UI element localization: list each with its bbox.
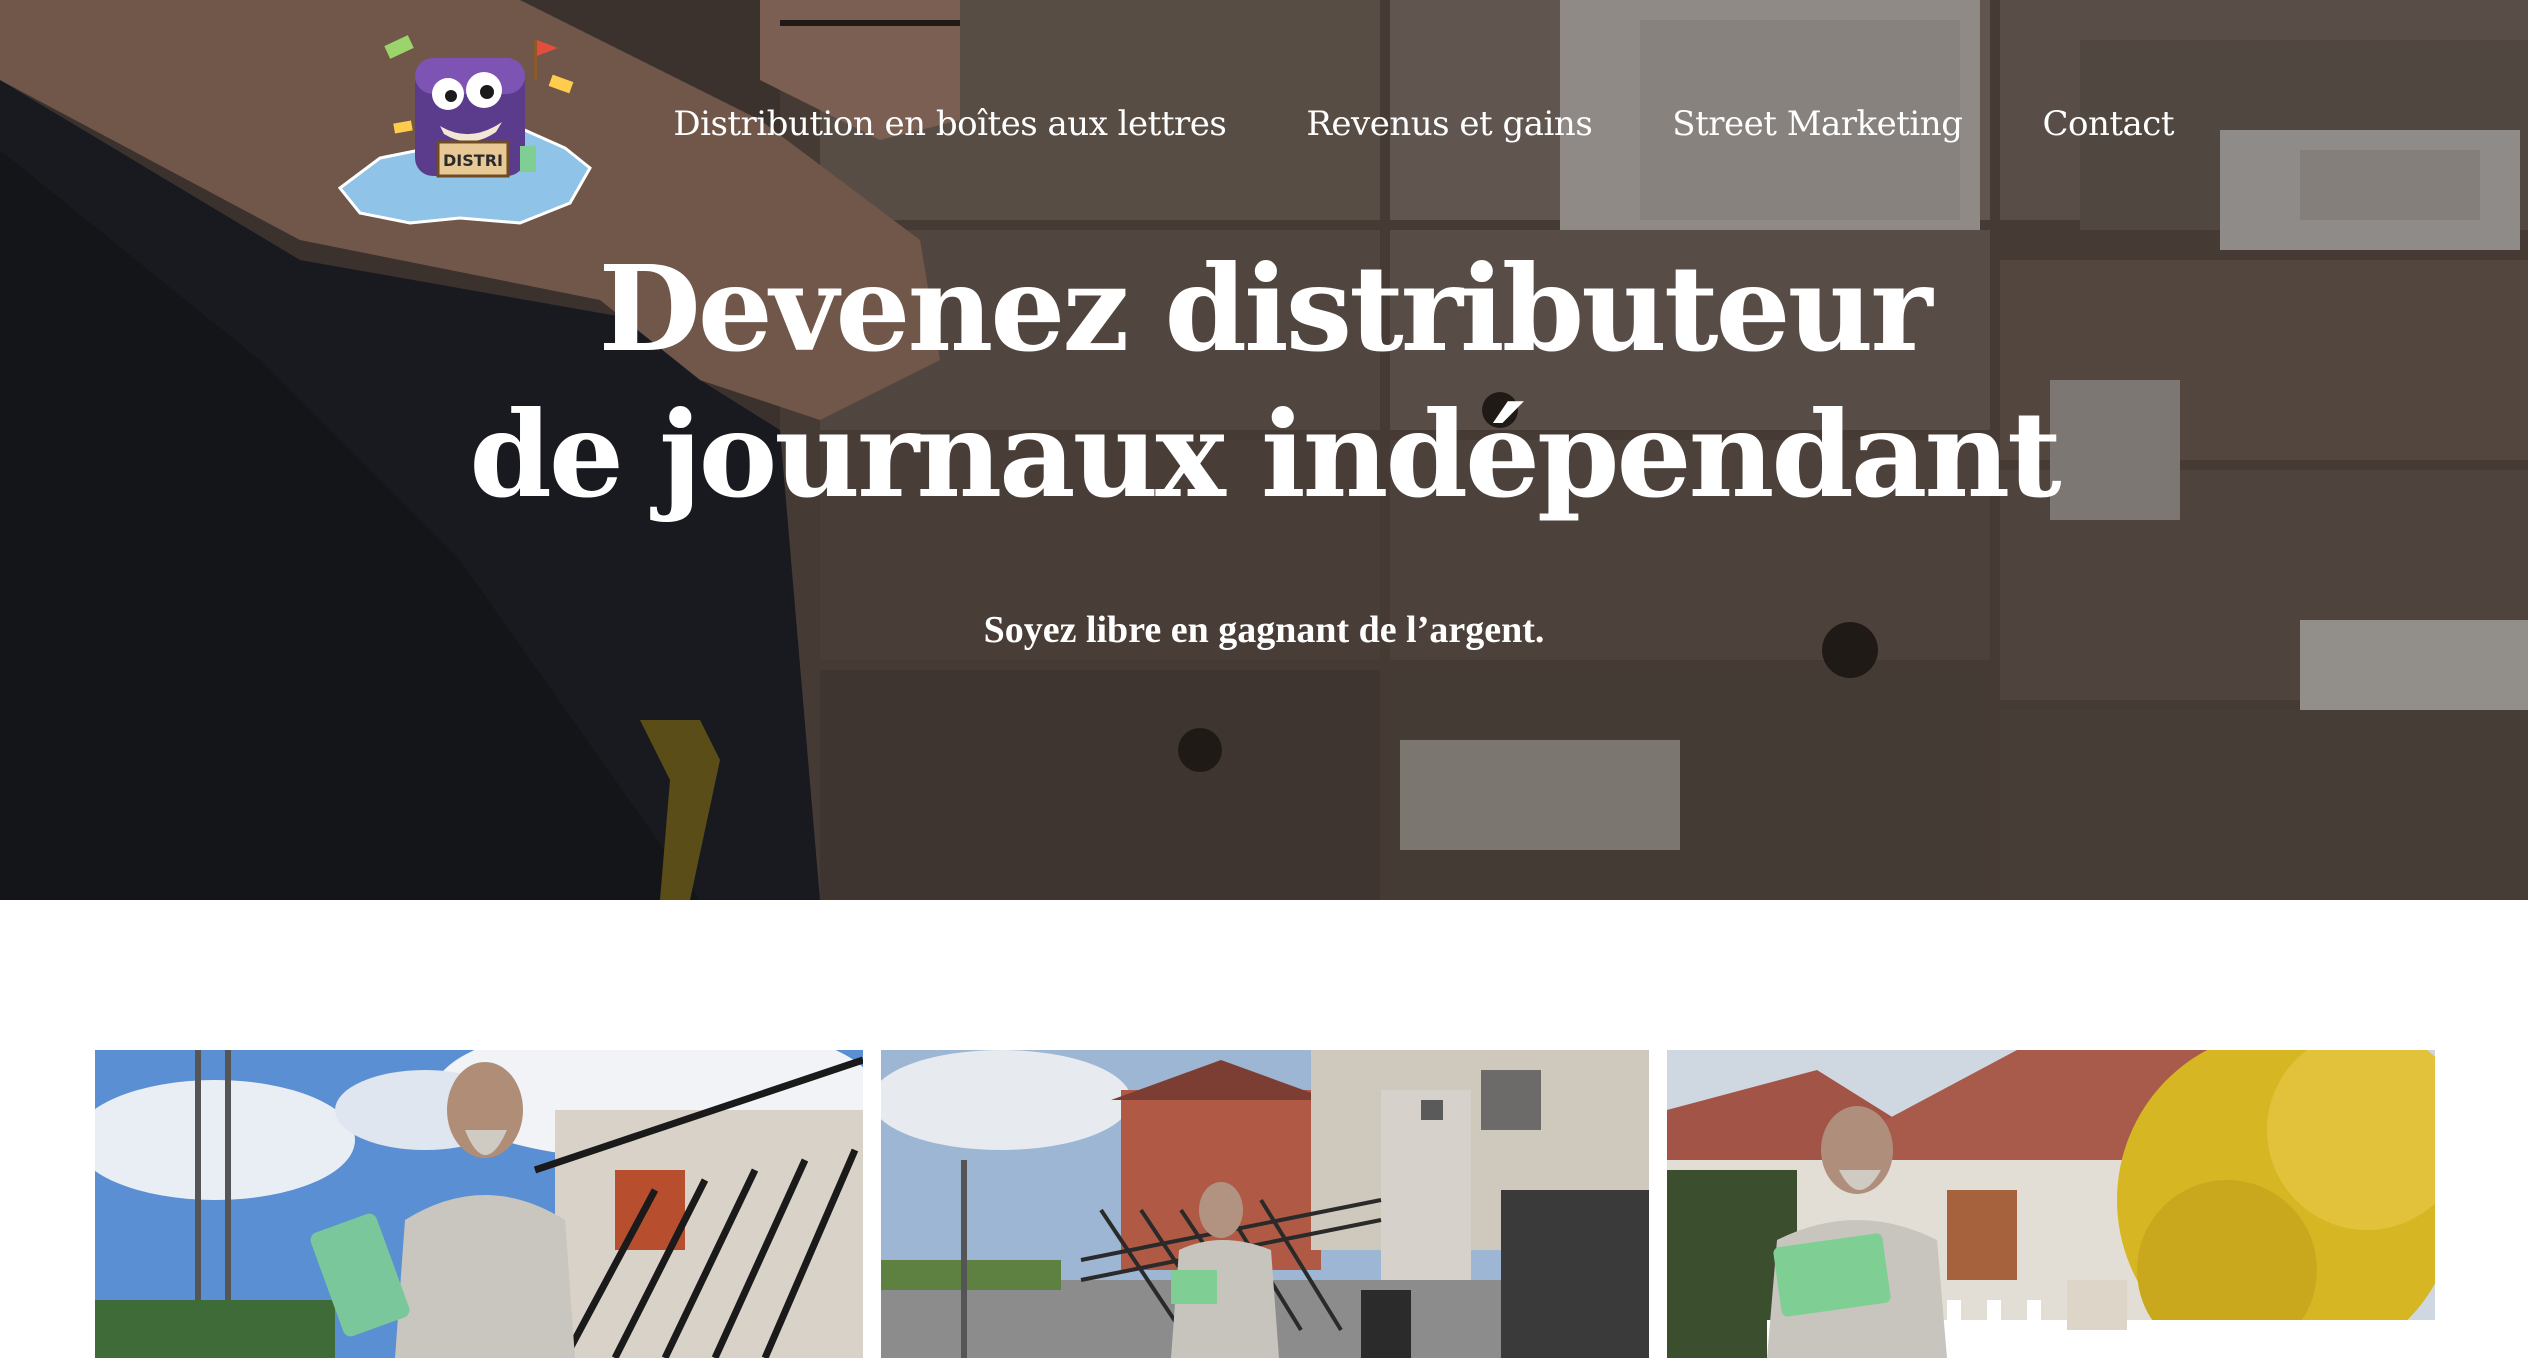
nav-item-contact[interactable]: Contact [2042,104,2174,144]
photo-card-house[interactable] [1667,1050,2435,1358]
distributor-street-photo [881,1050,1649,1358]
distributor-house-photo [1667,1050,2435,1358]
hero-title-line-2: de journaux indépendant [469,385,2061,524]
svg-text:DISTRI: DISTRI [443,151,503,170]
distributor-gate-photo [95,1050,863,1358]
nav-item-distribution[interactable]: Distribution en boîtes aux lettres [673,104,1227,144]
hero-title: Devenez distributeur de journaux indépen… [0,236,2528,528]
nav-item-street-marketing[interactable]: Street Marketing [1672,104,1963,144]
mascot-mailbox-logo[interactable]: DISTRI [320,18,595,228]
photo-card-gate[interactable] [95,1050,863,1358]
photo-cards-row [95,1050,2435,1358]
hero-section: DISTRI Distribution en boîtes aux lettre… [0,0,2528,900]
hero-subtitle: Soyez libre en gagnant de l’argent. [983,609,1545,651]
photo-card-street[interactable] [881,1050,1649,1358]
main-navigation: Distribution en boîtes aux lettres Reven… [673,104,2174,144]
hero-title-line-1: Devenez distributeur [598,239,1932,378]
nav-item-revenus[interactable]: Revenus et gains [1306,104,1592,144]
